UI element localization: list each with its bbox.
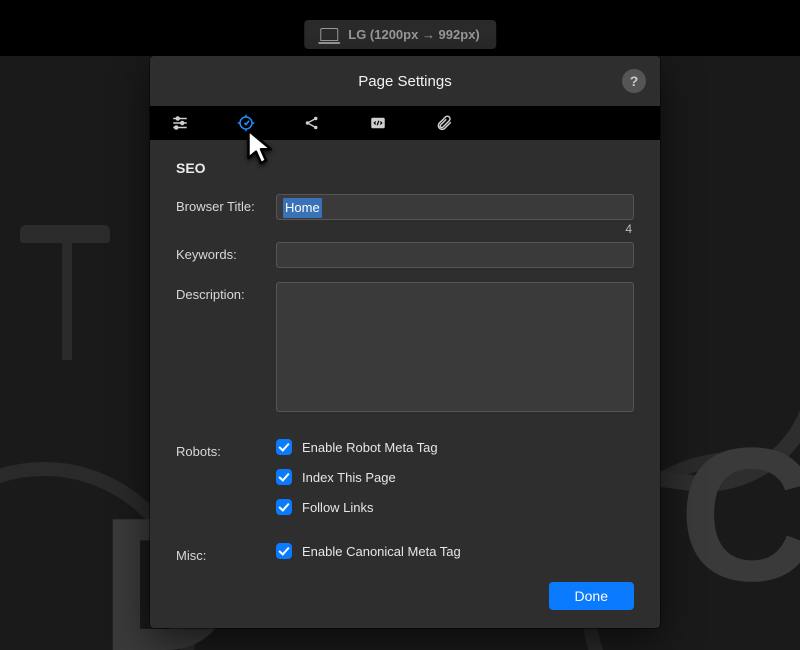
row-browser-title: Browser Title: Home 4: [176, 194, 634, 220]
check-icon: [276, 543, 292, 559]
checkbox-index-page[interactable]: Index This Page: [276, 469, 634, 485]
seo-section-title: SEO: [176, 160, 634, 176]
row-robots: Robots: Enable Robot Meta Tag Index This…: [176, 439, 634, 529]
tab-code[interactable]: [366, 106, 390, 140]
done-button[interactable]: Done: [549, 582, 634, 610]
row-keywords: Keywords:: [176, 242, 634, 268]
seo-target-icon: [237, 114, 255, 132]
input-description[interactable]: [276, 282, 634, 412]
checkbox-label: Enable Robot Meta Tag: [302, 440, 438, 455]
breakpoint-label: LG (1200px → 992px): [348, 27, 480, 42]
share-icon: [303, 114, 321, 132]
row-description: Description:: [176, 282, 634, 415]
tab-general[interactable]: [168, 106, 192, 140]
row-misc: Misc: Enable Canonical Meta Tag: [176, 543, 634, 573]
help-icon: ?: [630, 73, 639, 89]
tab-seo[interactable]: [234, 106, 258, 140]
label-keywords: Keywords:: [176, 242, 276, 262]
checkbox-enable-robot-meta[interactable]: Enable Robot Meta Tag: [276, 439, 634, 455]
input-keywords[interactable]: [276, 242, 634, 268]
code-icon: [369, 114, 387, 132]
help-button[interactable]: ?: [622, 69, 646, 93]
breakpoint-indicator[interactable]: LG (1200px → 992px): [304, 20, 496, 49]
page-settings-modal: Page Settings ?: [150, 56, 660, 628]
laptop-icon: [320, 28, 338, 41]
checkbox-label: Index This Page: [302, 470, 396, 485]
checkbox-canonical-meta[interactable]: Enable Canonical Meta Tag: [276, 543, 634, 559]
input-browser-title[interactable]: Home: [276, 194, 634, 220]
checkbox-label: Enable Canonical Meta Tag: [302, 544, 461, 559]
tab-social[interactable]: [300, 106, 324, 140]
checkbox-label: Follow Links: [302, 500, 374, 515]
label-misc: Misc:: [176, 543, 276, 563]
label-description: Description:: [176, 282, 276, 302]
modal-header: Page Settings ?: [150, 56, 660, 106]
check-icon: [276, 499, 292, 515]
label-browser-title: Browser Title:: [176, 194, 276, 214]
tab-attachments[interactable]: [432, 106, 456, 140]
check-icon: [276, 439, 292, 455]
label-robots: Robots:: [176, 439, 276, 459]
modal-tabbar: [150, 106, 660, 140]
check-icon: [276, 469, 292, 485]
modal-title: Page Settings: [358, 73, 451, 90]
checkbox-follow-links[interactable]: Follow Links: [276, 499, 634, 515]
bg-letter-c: C: [679, 420, 800, 610]
sliders-icon: [171, 114, 189, 132]
paperclip-icon: [435, 114, 453, 132]
browser-title-char-count: 4: [625, 222, 632, 236]
bike-seatpost: [62, 240, 72, 360]
modal-footer: Done: [150, 582, 660, 628]
browser-title-value: Home: [283, 198, 322, 218]
seo-panel: SEO Browser Title: Home 4 Keywords: Desc…: [150, 140, 660, 582]
